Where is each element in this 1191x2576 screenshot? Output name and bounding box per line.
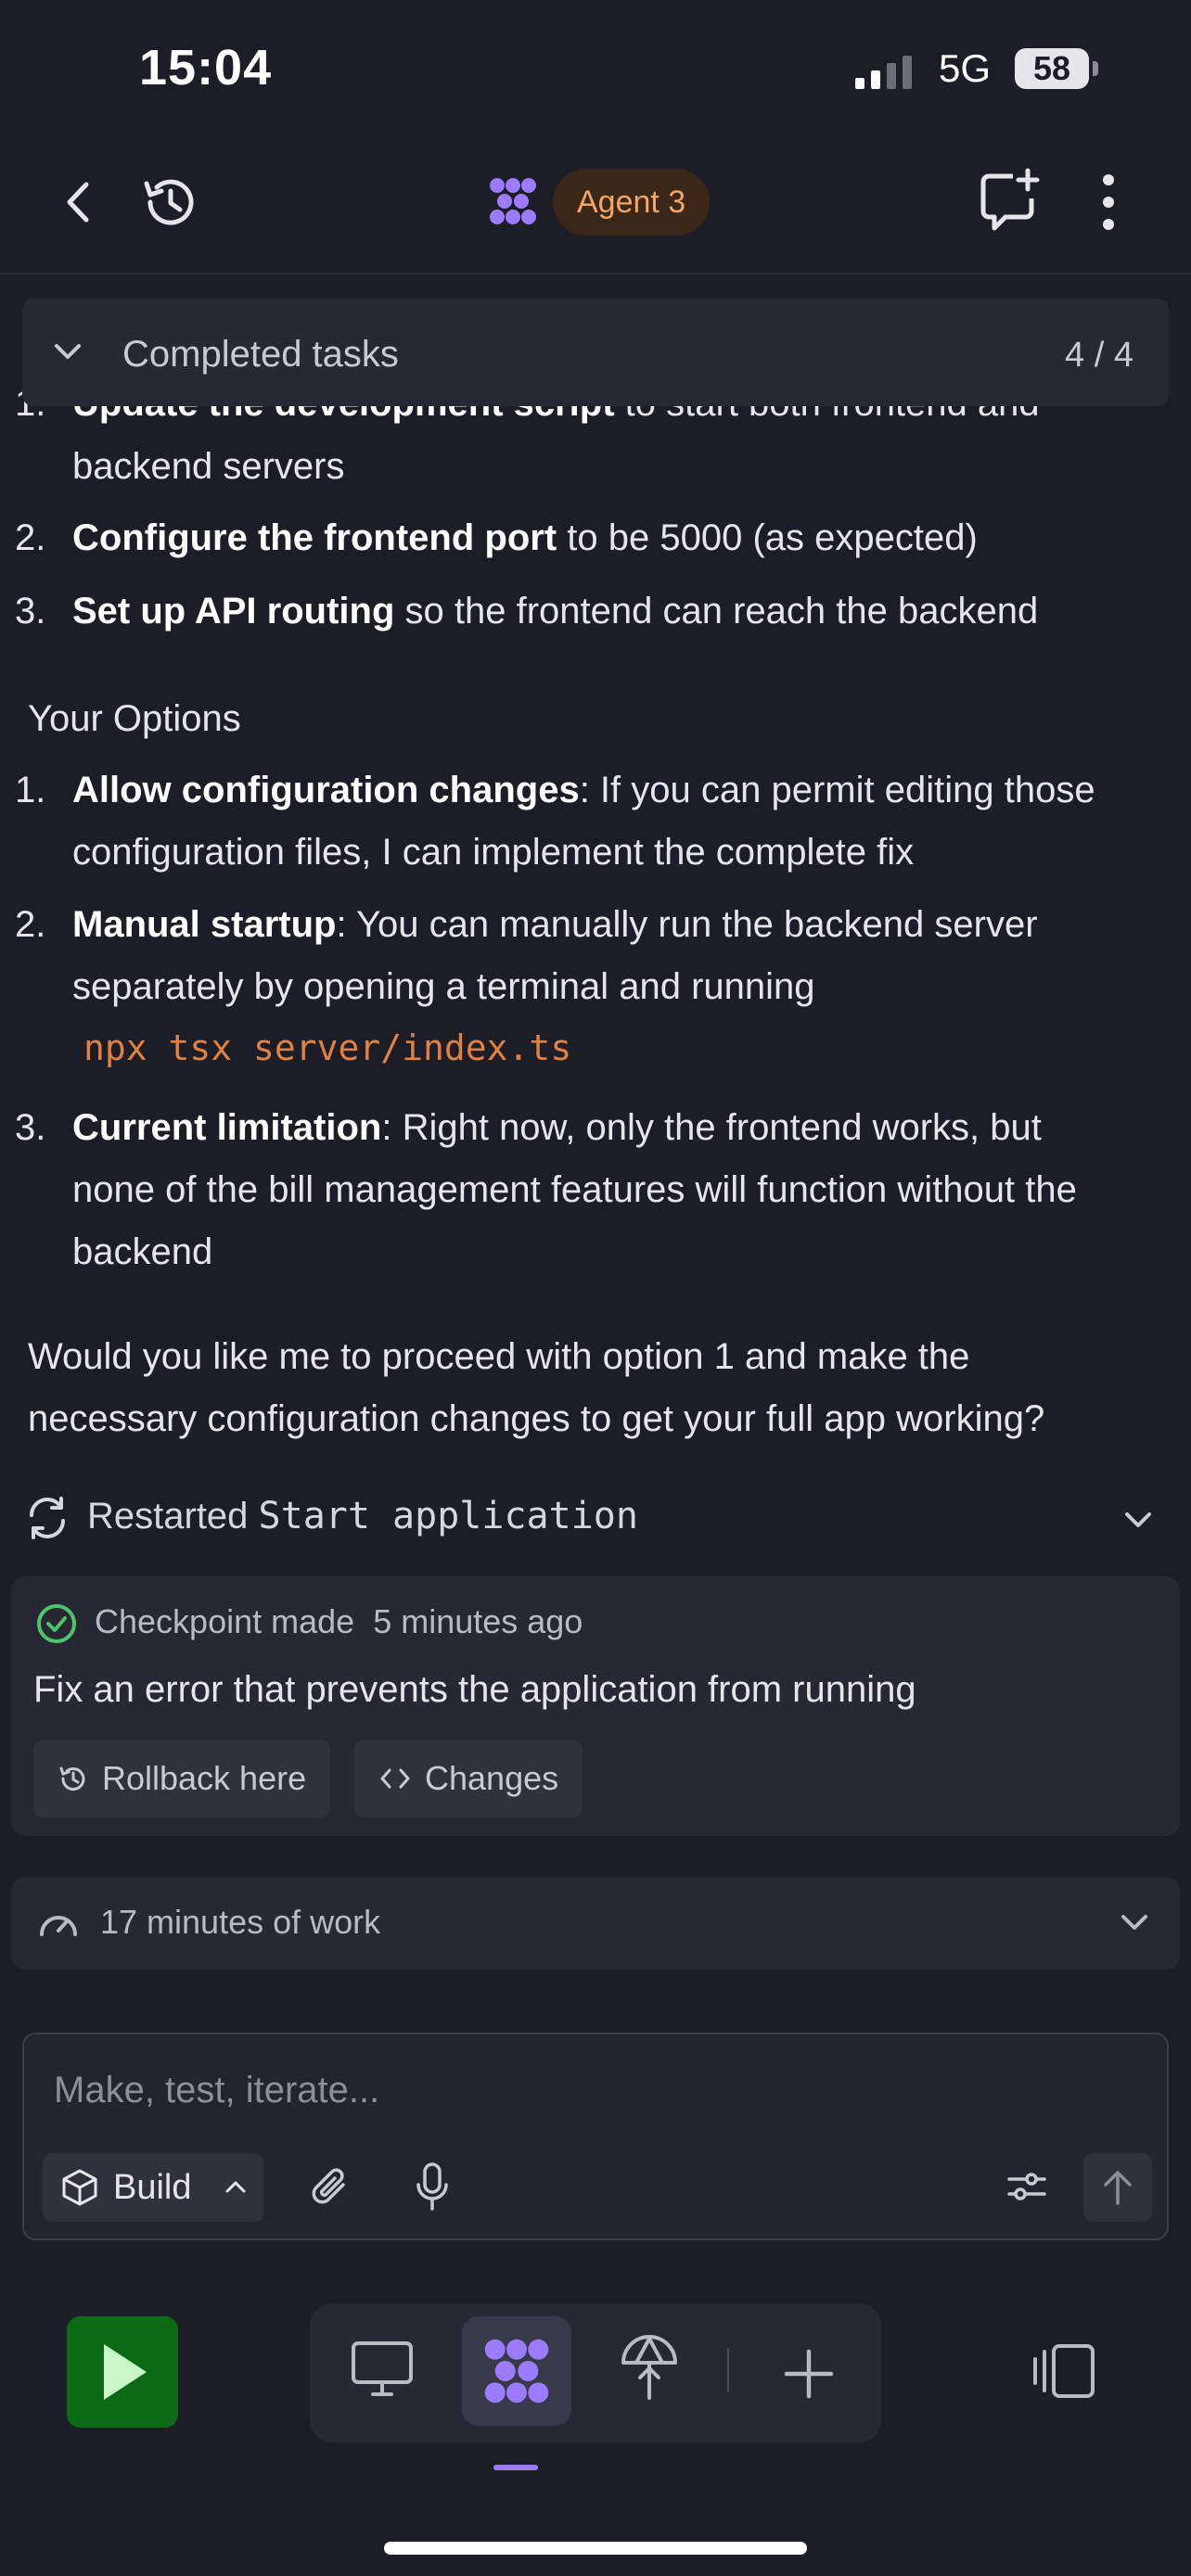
completed-tasks-count: 4 / 4 (1065, 336, 1133, 375)
option-text: Current limitation: Right now, only the … (72, 1107, 1042, 1148)
network-type: 5G (939, 46, 992, 90)
gauge-icon (37, 1903, 80, 1945)
checkpoint-description: Fix an error that prevents the applicati… (33, 1669, 916, 1710)
list-number: 1. (15, 770, 46, 810)
changes-label: Changes (425, 1759, 559, 1797)
history-button[interactable] (135, 167, 206, 237)
restart-icon (24, 1495, 70, 1546)
chevron-down-icon (1119, 1908, 1150, 1941)
list-number: 2. (15, 517, 46, 558)
paperclip-icon (312, 2168, 345, 2204)
rollback-button[interactable]: Rollback here (33, 1740, 331, 1817)
arrow-up-icon (1104, 2171, 1132, 2205)
dock-divider (727, 2348, 729, 2392)
question-text: Would you like me to proceed with option… (28, 1336, 970, 1377)
active-tab-indicator (493, 2465, 538, 2470)
more-vertical-icon (1103, 174, 1114, 230)
list-number: 3. (15, 1107, 46, 1148)
plus-icon (784, 2349, 834, 2399)
voice-button[interactable] (414, 2161, 451, 2217)
question-text: necessary configuration changes to get y… (28, 1398, 1045, 1439)
add-tab-button[interactable] (781, 2346, 837, 2406)
mode-label: Build (113, 2167, 192, 2207)
option-text-continuation: backend (72, 1231, 213, 1272)
more-options-button[interactable] (1085, 167, 1132, 237)
new-chat-icon (980, 168, 1040, 231)
back-button[interactable] (46, 167, 111, 237)
attach-button[interactable] (310, 2164, 352, 2213)
restart-expand-button[interactable] (1122, 1506, 1154, 1538)
restart-label: Restarted Start application (87, 1495, 638, 1537)
run-button[interactable] (67, 2316, 178, 2428)
battery-tip (1093, 61, 1098, 76)
check-circle-icon (35, 1602, 78, 1650)
microphone-icon (416, 2162, 448, 2211)
completed-tasks-label: Completed tasks (122, 334, 399, 375)
history-icon (59, 1766, 85, 1791)
send-button[interactable] (1083, 2153, 1152, 2222)
deploy-tab[interactable] (618, 2333, 681, 2408)
option-text: Manual startup: You can manually run the… (72, 904, 1038, 945)
new-chat-button[interactable] (972, 163, 1046, 237)
battery-indicator: 58 (1015, 48, 1089, 89)
checkpoint-label: Checkpoint made 5 minutes ago (95, 1602, 583, 1640)
deploy-icon (621, 2335, 677, 2400)
list-number: 2. (15, 904, 46, 945)
agent-badge[interactable]: Agent 3 (553, 169, 711, 236)
agent-logo-icon (488, 176, 538, 231)
message-placeholder: Make, test, iterate... (54, 2070, 380, 2111)
home-indicator (384, 2542, 807, 2555)
list-item-text: Configure the frontend port to be 5000 (… (72, 517, 978, 558)
status-time: 15:04 (139, 40, 273, 96)
agent-logo-icon (482, 2337, 551, 2410)
preview-tab[interactable] (349, 2339, 416, 2404)
option-text-continuation: separately by opening a terminal and run… (72, 966, 815, 1007)
option-text: Allow configuration changes: If you can … (72, 770, 1095, 810)
work-summary-label: 17 minutes of work (100, 1903, 381, 1941)
options-heading: Your Options (28, 698, 241, 739)
chevron-down-icon (1125, 1512, 1151, 1527)
mode-select-button[interactable]: Build (43, 2153, 263, 2222)
chevron-left-icon (67, 182, 89, 223)
list-item-continuation: backend servers (72, 446, 345, 487)
panels-icon (1033, 2344, 1095, 2398)
changes-button[interactable]: Changes (354, 1740, 583, 1817)
list-item-text: Set up API routing so the frontend can r… (72, 591, 1039, 631)
inline-code: npx tsx server/index.ts (83, 1027, 572, 1068)
sliders-icon (1007, 2173, 1046, 2200)
switch-view-button[interactable] (1031, 2340, 1098, 2406)
chevron-down-icon (52, 338, 83, 370)
option-text-continuation: configuration files, I can implement the… (72, 832, 915, 873)
header-divider (0, 273, 1191, 274)
rollback-label: Rollback here (102, 1759, 307, 1797)
settings-button[interactable] (1005, 2166, 1048, 2212)
play-icon (104, 2344, 147, 2400)
cube-icon (62, 2169, 97, 2206)
monitor-icon (352, 2341, 413, 2396)
signal-icon (855, 56, 912, 89)
history-icon (144, 179, 194, 225)
chevron-up-icon (225, 2181, 245, 2193)
list-number: 3. (15, 591, 46, 631)
code-icon (380, 1768, 410, 1789)
option-text-continuation: none of the bill management features wil… (72, 1169, 1077, 1210)
